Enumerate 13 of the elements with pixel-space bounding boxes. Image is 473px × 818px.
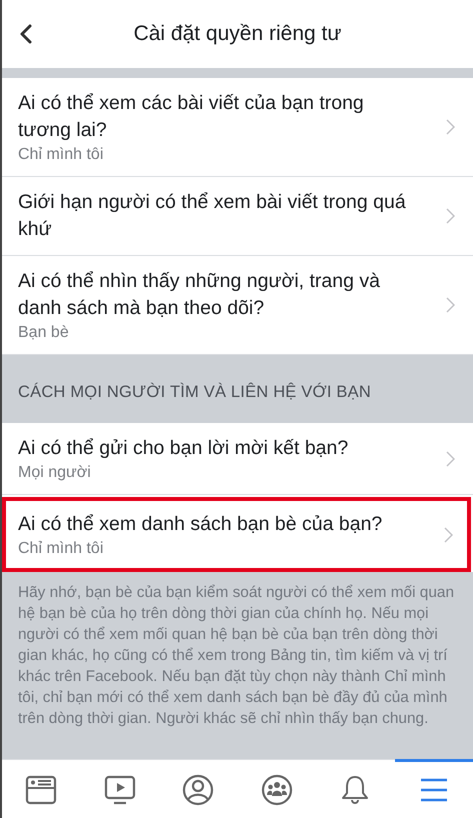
setting-value: Chỉ mình tôi	[18, 146, 104, 164]
section-heading: CÁCH MỌI NGƯỜI TÌM VÀ LIÊN HỆ VỚI BẠN	[2, 355, 473, 423]
setting-value: Mọi người	[18, 464, 92, 482]
setting-title: Giới hạn người có thể xem bài viết trong quá khứ	[18, 190, 407, 242]
setting-value: Bạn bè	[18, 324, 70, 342]
setting-title: Ai có thể xem các bài viết của bạn trong tương lai?	[18, 91, 365, 143]
info-note: Hãy nhớ, bạn bè của bạn kiểm soát người có thể xem mối quan hệ bạn bè của họ trên dòng thời gian của chính họ. Nếu mọi người có thể xem mối quan hệ bạn bè của bạn trên dòng thời gian khác, họ cũng có thể xem trong Bảng tin, tìm kiếm và vị trí khác trên Facebook. Nếu bạn đặt tùy chọn này thành Chỉ mình tôi, chỉ bạn mới có thể xem danh sách bạn bè đầy đủ của mình trên dòng thời gian. Người khác sẽ chỉ nhìn thấy bạn chung.	[2, 572, 473, 759]
setting-row[interactable]: Ai có thể xem danh sách bạn bè của bạn? Chỉ mình tôi	[2, 497, 471, 572]
setting-title: Ai có thể xem danh sách bạn bè của bạn?	[18, 512, 384, 537]
setting-value: Chỉ mình tôi	[18, 540, 104, 558]
setting-title: Ai có thể nhìn thấy những người, trang và danh sách mà bạn theo dõi?	[18, 269, 381, 321]
setting-title: Ai có thể gửi cho bạn lời mời kết bạn?	[18, 436, 350, 461]
page-title: Cài đặt quyền riêng tư	[134, 22, 342, 46]
